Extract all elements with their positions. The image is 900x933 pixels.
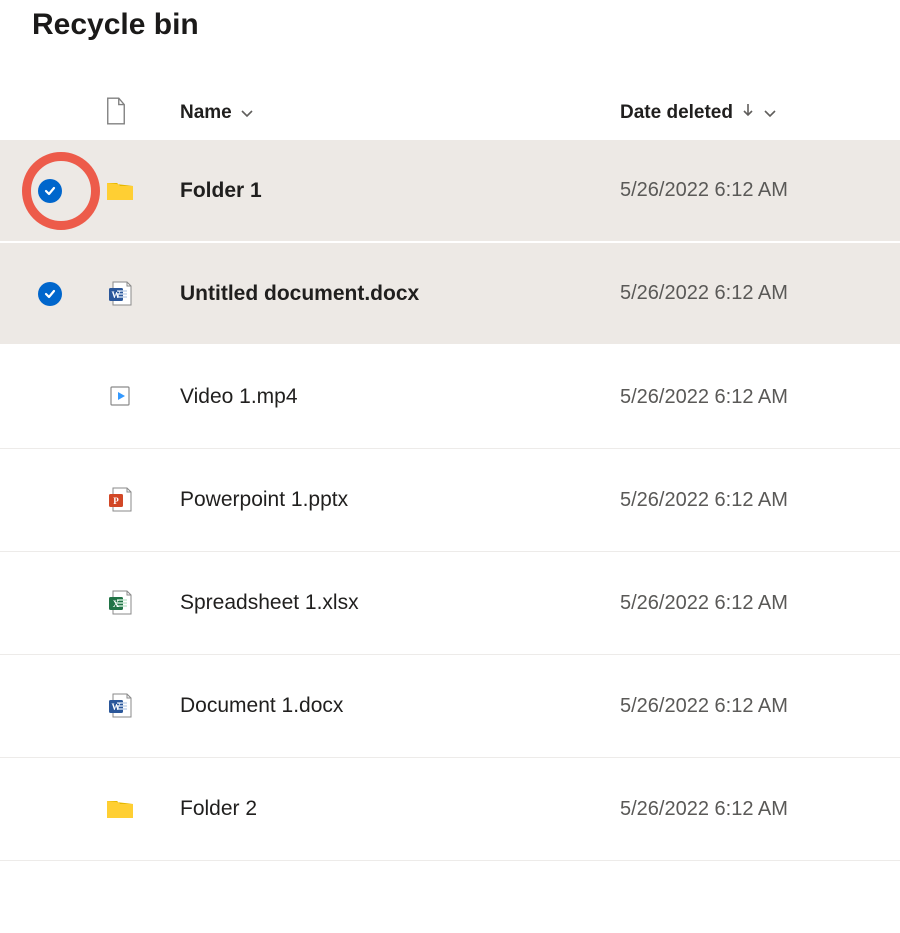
folder-icon [105, 175, 137, 207]
row-date-cell: 5/26/2022 6:12 AM [620, 798, 900, 821]
list-row[interactable]: Video 1.mp4 5/26/2022 6:12 AM [0, 346, 900, 449]
svg-text:X: X [113, 599, 120, 609]
row-select-cell[interactable] [0, 488, 100, 512]
svg-text:W: W [112, 290, 121, 300]
row-icon-cell [100, 793, 180, 825]
file-name: Spreadsheet 1.xlsx [180, 591, 359, 614]
date-deleted: 5/26/2022 6:12 AM [620, 386, 788, 408]
folder-icon [105, 793, 137, 825]
row-icon-cell: W [100, 278, 180, 310]
column-header-date-label: Date deleted [620, 102, 733, 124]
list-row[interactable]: X Spreadsheet 1.xlsx 5/26/2022 6:12 AM [0, 552, 900, 655]
video-file-icon [105, 381, 137, 413]
column-header-name-label: Name [180, 102, 232, 124]
word-document-icon: W [105, 278, 137, 310]
row-name-cell[interactable]: Spreadsheet 1.xlsx [180, 591, 620, 615]
file-name: Untitled document.docx [180, 282, 419, 305]
sort-descending-icon [741, 102, 755, 124]
date-deleted: 5/26/2022 6:12 AM [620, 179, 788, 201]
row-icon-cell: W [100, 690, 180, 722]
checked-circle-icon[interactable] [38, 179, 62, 203]
file-name: Folder 1 [180, 179, 262, 202]
row-select-cell[interactable] [0, 591, 100, 615]
powerpoint-file-icon: P [105, 484, 137, 516]
column-header-date-deleted[interactable]: Date deleted [620, 102, 900, 124]
row-date-cell: 5/26/2022 6:12 AM [620, 386, 900, 409]
column-header-type[interactable] [100, 97, 180, 130]
svg-text:W: W [112, 702, 121, 712]
row-name-cell[interactable]: Powerpoint 1.pptx [180, 488, 620, 512]
column-header-name[interactable]: Name [180, 102, 620, 124]
date-deleted: 5/26/2022 6:12 AM [620, 695, 788, 717]
row-icon-cell [100, 175, 180, 207]
row-name-cell[interactable]: Untitled document.docx [180, 282, 620, 306]
list-row[interactable]: Folder 2 5/26/2022 6:12 AM [0, 758, 900, 861]
list-row[interactable]: P Powerpoint 1.pptx 5/26/2022 6:12 AM [0, 449, 900, 552]
date-deleted: 5/26/2022 6:12 AM [620, 798, 788, 820]
unchecked-circle-icon[interactable] [38, 797, 62, 821]
svg-text:P: P [113, 496, 119, 506]
unchecked-circle-icon[interactable] [38, 591, 62, 615]
page-title: Recycle bin [32, 8, 900, 42]
file-list: Name Date deleted [0, 96, 900, 861]
row-icon-cell: X [100, 587, 180, 619]
row-name-cell[interactable]: Video 1.mp4 [180, 385, 620, 409]
row-icon-cell [100, 381, 180, 413]
row-name-cell[interactable]: Folder 2 [180, 797, 620, 821]
row-select-cell[interactable] [0, 385, 100, 409]
row-date-cell: 5/26/2022 6:12 AM [620, 695, 900, 718]
list-row[interactable]: W Document 1.docx 5/26/2022 6:12 AM [0, 655, 900, 758]
row-date-cell: 5/26/2022 6:12 AM [620, 592, 900, 615]
date-deleted: 5/26/2022 6:12 AM [620, 592, 788, 614]
row-date-cell: 5/26/2022 6:12 AM [620, 179, 900, 202]
row-select-cell[interactable] [0, 179, 100, 203]
row-icon-cell: P [100, 484, 180, 516]
word-document-icon: W [105, 690, 137, 722]
list-row[interactable]: Folder 1 5/26/2022 6:12 AM [0, 140, 900, 243]
row-date-cell: 5/26/2022 6:12 AM [620, 282, 900, 305]
file-name: Document 1.docx [180, 694, 343, 717]
list-header: Name Date deleted [0, 96, 900, 140]
row-select-cell[interactable] [0, 797, 100, 821]
date-deleted: 5/26/2022 6:12 AM [620, 282, 788, 304]
row-select-cell[interactable] [0, 694, 100, 718]
file-name: Video 1.mp4 [180, 385, 298, 408]
file-name: Powerpoint 1.pptx [180, 488, 348, 511]
row-date-cell: 5/26/2022 6:12 AM [620, 489, 900, 512]
unchecked-circle-icon[interactable] [38, 694, 62, 718]
checked-circle-icon[interactable] [38, 282, 62, 306]
row-name-cell[interactable]: Folder 1 [180, 179, 620, 203]
excel-file-icon: X [105, 587, 137, 619]
row-select-cell[interactable] [0, 282, 100, 306]
date-deleted: 5/26/2022 6:12 AM [620, 489, 788, 511]
list-row[interactable]: W Untitled document.docx 5/26/2022 6:12 … [0, 243, 900, 346]
chevron-down-icon [240, 106, 254, 120]
unchecked-circle-icon[interactable] [38, 488, 62, 512]
chevron-down-icon [763, 106, 777, 120]
file-name: Folder 2 [180, 797, 257, 820]
file-outline-icon [105, 97, 127, 130]
row-name-cell[interactable]: Document 1.docx [180, 694, 620, 718]
unchecked-circle-icon[interactable] [38, 385, 62, 409]
